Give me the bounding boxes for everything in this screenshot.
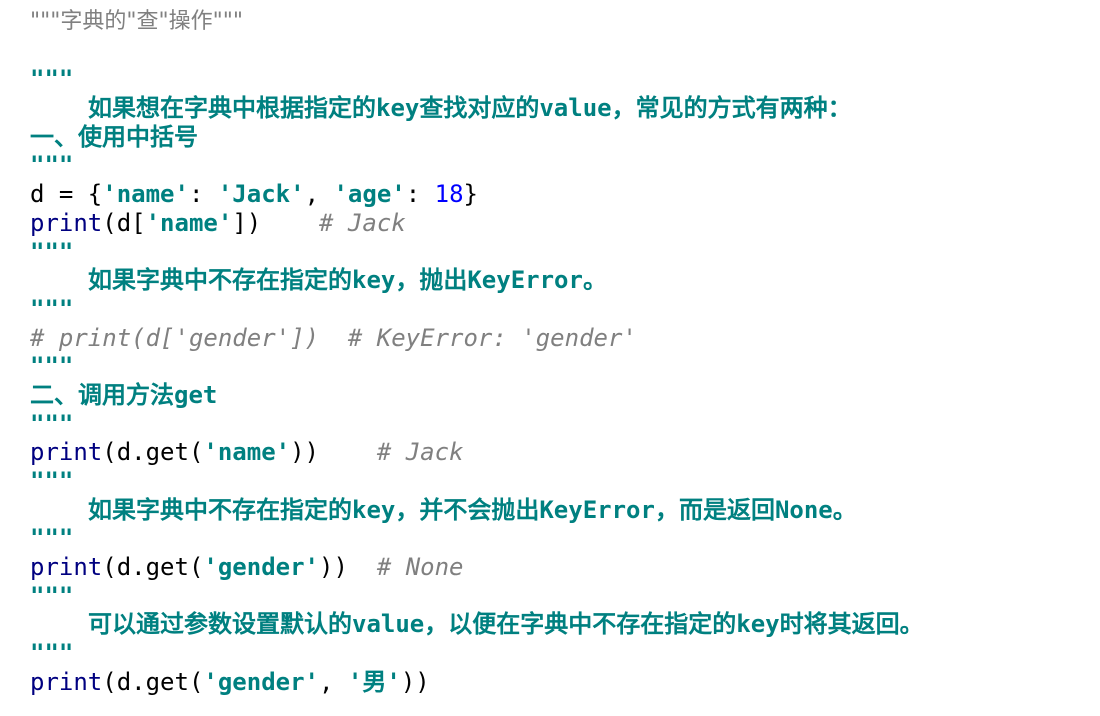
- token-string: 'name': [102, 180, 189, 209]
- code-line-23: """: [30, 639, 74, 668]
- token-op: (d.get(: [102, 438, 204, 467]
- code-line-4: 如果想在字典中根据指定的key查找对应的value，常见的方式有两种：: [88, 94, 852, 123]
- code-line-13: """: [30, 352, 74, 381]
- code-line-17: """: [30, 467, 74, 495]
- token-string: 'name': [145, 208, 233, 237]
- token-string: 'gender': [203, 553, 319, 582]
- token-op: = {: [44, 180, 103, 209]
- code-line-1: """字典的"查"操作""": [30, 9, 243, 34]
- token-builtin: print: [30, 208, 103, 237]
- code-line-9: """: [30, 237, 74, 266]
- code-line-22: 可以通过参数设置默认的value，以便在字典中不存在指定的key时将其返回。: [88, 610, 924, 639]
- code-line-6: """: [30, 151, 74, 180]
- token-op: )): [290, 438, 320, 467]
- token-op: )): [400, 667, 430, 696]
- code-line-18: 如果字典中不存在指定的key，并不会抛出KeyError，而是返回None。: [88, 495, 857, 524]
- code-line-15: """: [30, 409, 74, 438]
- token-op: :: [405, 180, 435, 209]
- token-op: (d.get(: [102, 667, 204, 696]
- code-line-11: """: [30, 294, 74, 323]
- token-op: ]): [232, 208, 262, 237]
- token-op: :: [188, 180, 218, 209]
- code-line-8: print(d['name']) # Jack: [30, 209, 1090, 238]
- token-string: 'name': [203, 438, 291, 467]
- code-line-14: 二、调用方法get: [30, 380, 218, 409]
- token-var: d: [30, 180, 45, 209]
- token-string: '男': [347, 667, 401, 696]
- code-editor[interactable]: """字典的"查"操作""" """ 如果想在字典中根据指定的key查找对应的v…: [30, 8, 1090, 697]
- code-line-24: print(d.get('gender', '男')): [30, 668, 1090, 697]
- code-line-3: """: [30, 65, 74, 94]
- token-builtin: print: [30, 438, 103, 467]
- code-line-19: """: [30, 524, 74, 553]
- token-comment: # Jack: [376, 438, 464, 467]
- token-number: 18: [434, 180, 464, 209]
- code-line-16: print(d.get('name')) # Jack: [30, 438, 1090, 467]
- code-line-7: d = {'name': 'Jack', 'age': 18}: [30, 180, 1090, 209]
- token-op: (d[: [102, 208, 146, 237]
- token-op: )): [319, 553, 348, 582]
- token-op: ,: [319, 667, 348, 696]
- token-string: 'age': [333, 180, 406, 209]
- code-line-12: # print(d['gender']) # KeyError: 'gender…: [30, 323, 637, 352]
- token-op: ,: [304, 180, 334, 209]
- code-line-10: 如果字典中不存在指定的key，抛出KeyError。: [88, 266, 607, 295]
- token-op: }: [463, 180, 478, 209]
- token-string: 'gender': [203, 667, 319, 696]
- code-line-5: 一、使用中括号: [30, 122, 198, 151]
- code-line-21: """: [30, 581, 74, 610]
- token-comment: # Jack: [319, 208, 406, 237]
- token-builtin: print: [30, 667, 103, 696]
- token-comment: # None: [376, 553, 464, 582]
- token-op: (d.get(: [102, 553, 204, 582]
- token-builtin: print: [30, 553, 103, 582]
- code-line-20: print(d.get('gender')) # None: [30, 553, 1090, 582]
- token-string: 'Jack': [217, 180, 305, 209]
